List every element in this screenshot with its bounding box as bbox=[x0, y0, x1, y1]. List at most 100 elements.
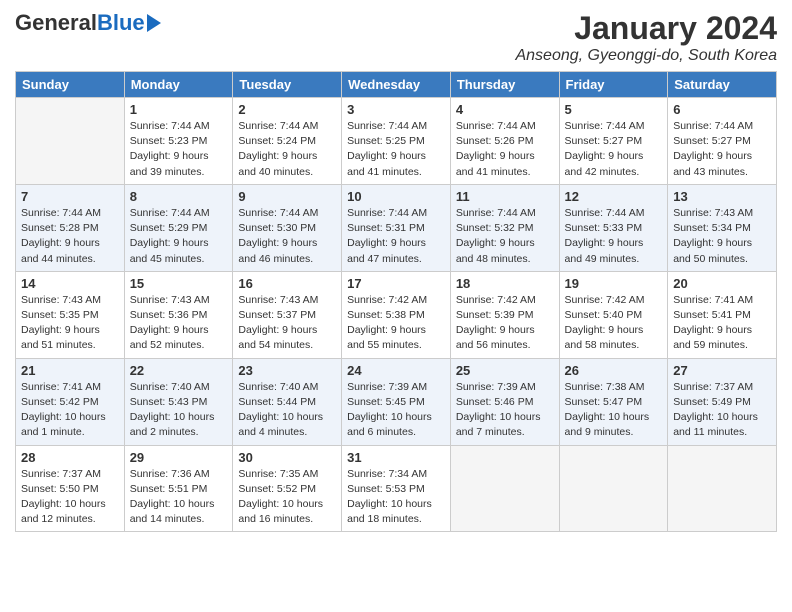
day-number: 9 bbox=[238, 189, 336, 204]
day-info: Sunrise: 7:40 AM Sunset: 5:44 PM Dayligh… bbox=[238, 380, 336, 441]
day-info: Sunrise: 7:44 AM Sunset: 5:32 PM Dayligh… bbox=[456, 206, 554, 267]
day-info: Sunrise: 7:44 AM Sunset: 5:30 PM Dayligh… bbox=[238, 206, 336, 267]
calendar-cell: 27Sunrise: 7:37 AM Sunset: 5:49 PM Dayli… bbox=[668, 358, 777, 445]
calendar-week-row: 21 Sunrise: 7:41 AM Sunset: 5:42 PM Dayli… bbox=[16, 358, 777, 445]
day-number: 2 bbox=[238, 102, 336, 117]
day-info: Sunrise: 7:39 AM Sunset: 5:45 PM Dayligh… bbox=[347, 380, 445, 441]
logo: GeneralBlue bbox=[15, 10, 161, 36]
day-number: 21 bbox=[21, 363, 119, 378]
day-number: 14 bbox=[21, 276, 119, 291]
weekday-header-wednesday: Wednesday bbox=[342, 72, 451, 98]
day-info: Sunrise: 7:43 AM Sunset: 5:37 PM Dayligh… bbox=[238, 293, 336, 354]
calendar-cell: 16 Sunrise: 7:43 AM Sunset: 5:37 PM Dayli… bbox=[233, 271, 342, 358]
day-number: 19 bbox=[565, 276, 663, 291]
calendar-cell: 8 Sunrise: 7:44 AM Sunset: 5:29 PM Daylig… bbox=[124, 184, 233, 271]
calendar-cell: 20Sunrise: 7:41 AM Sunset: 5:41 PM Dayli… bbox=[668, 271, 777, 358]
day-number: 15 bbox=[130, 276, 228, 291]
calendar-cell: 28 Sunrise: 7:37 AM Sunset: 5:50 PM Dayli… bbox=[16, 445, 125, 532]
day-number: 27 bbox=[673, 363, 771, 378]
calendar-cell: 24 Sunrise: 7:39 AM Sunset: 5:45 PM Dayli… bbox=[342, 358, 451, 445]
day-number: 12 bbox=[565, 189, 663, 204]
logo-general-text: General bbox=[15, 10, 97, 36]
weekday-header-tuesday: Tuesday bbox=[233, 72, 342, 98]
day-info: Sunrise: 7:39 AM Sunset: 5:46 PM Dayligh… bbox=[456, 380, 554, 441]
day-info: Sunrise: 7:44 AM Sunset: 5:23 PM Dayligh… bbox=[130, 119, 228, 180]
day-info: Sunrise: 7:44 AM Sunset: 5:33 PM Dayligh… bbox=[565, 206, 663, 267]
day-info: Sunrise: 7:43 AM Sunset: 5:36 PM Dayligh… bbox=[130, 293, 228, 354]
weekday-header-monday: Monday bbox=[124, 72, 233, 98]
calendar-cell bbox=[668, 445, 777, 532]
calendar-cell: 15 Sunrise: 7:43 AM Sunset: 5:36 PM Dayli… bbox=[124, 271, 233, 358]
day-info: Sunrise: 7:42 AM Sunset: 5:38 PM Dayligh… bbox=[347, 293, 445, 354]
calendar-cell: 17 Sunrise: 7:42 AM Sunset: 5:38 PM Dayli… bbox=[342, 271, 451, 358]
calendar-cell: 19Sunrise: 7:42 AM Sunset: 5:40 PM Dayli… bbox=[559, 271, 668, 358]
day-number: 16 bbox=[238, 276, 336, 291]
calendar-cell: 26 Sunrise: 7:38 AM Sunset: 5:47 PM Dayli… bbox=[559, 358, 668, 445]
day-info: Sunrise: 7:41 AM Sunset: 5:42 PM Dayligh… bbox=[21, 380, 119, 441]
calendar-cell bbox=[559, 445, 668, 532]
day-number: 26 bbox=[565, 363, 663, 378]
day-info: Sunrise: 7:44 AM Sunset: 5:31 PM Dayligh… bbox=[347, 206, 445, 267]
day-number: 17 bbox=[347, 276, 445, 291]
day-info: Sunrise: 7:44 AM Sunset: 5:25 PM Dayligh… bbox=[347, 119, 445, 180]
calendar-cell: 5Sunrise: 7:44 AM Sunset: 5:27 PM Daylig… bbox=[559, 98, 668, 185]
day-number: 5 bbox=[565, 102, 663, 117]
logo-arrow-icon bbox=[147, 14, 161, 32]
calendar-cell: 9 Sunrise: 7:44 AM Sunset: 5:30 PM Daylig… bbox=[233, 184, 342, 271]
calendar-cell: 1 Sunrise: 7:44 AM Sunset: 5:23 PM Daylig… bbox=[124, 98, 233, 185]
day-number: 22 bbox=[130, 363, 228, 378]
day-number: 1 bbox=[130, 102, 228, 117]
calendar-cell: 11 Sunrise: 7:44 AM Sunset: 5:32 PM Dayli… bbox=[450, 184, 559, 271]
calendar-cell: 23 Sunrise: 7:40 AM Sunset: 5:44 PM Dayli… bbox=[233, 358, 342, 445]
weekday-header-thursday: Thursday bbox=[450, 72, 559, 98]
calendar-cell: 18 Sunrise: 7:42 AM Sunset: 5:39 PM Dayli… bbox=[450, 271, 559, 358]
weekday-header-saturday: Saturday bbox=[668, 72, 777, 98]
day-info: Sunrise: 7:35 AM Sunset: 5:52 PM Dayligh… bbox=[238, 467, 336, 528]
day-info: Sunrise: 7:40 AM Sunset: 5:43 PM Dayligh… bbox=[130, 380, 228, 441]
day-info: Sunrise: 7:42 AM Sunset: 5:39 PM Dayligh… bbox=[456, 293, 554, 354]
day-info: Sunrise: 7:44 AM Sunset: 5:28 PM Dayligh… bbox=[21, 206, 119, 267]
day-info: Sunrise: 7:44 AM Sunset: 5:26 PM Dayligh… bbox=[456, 119, 554, 180]
calendar-cell: 14Sunrise: 7:43 AM Sunset: 5:35 PM Dayli… bbox=[16, 271, 125, 358]
day-number: 6 bbox=[673, 102, 771, 117]
day-number: 13 bbox=[673, 189, 771, 204]
day-info: Sunrise: 7:44 AM Sunset: 5:27 PM Dayligh… bbox=[673, 119, 771, 180]
day-number: 20 bbox=[673, 276, 771, 291]
day-number: 28 bbox=[21, 450, 119, 465]
day-number: 31 bbox=[347, 450, 445, 465]
calendar-cell: 10Sunrise: 7:44 AM Sunset: 5:31 PM Dayli… bbox=[342, 184, 451, 271]
day-number: 24 bbox=[347, 363, 445, 378]
calendar-cell: 22 Sunrise: 7:40 AM Sunset: 5:43 PM Dayli… bbox=[124, 358, 233, 445]
weekday-header-row: SundayMondayTuesdayWednesdayThursdayFrid… bbox=[16, 72, 777, 98]
calendar-cell: 4 Sunrise: 7:44 AM Sunset: 5:26 PM Daylig… bbox=[450, 98, 559, 185]
day-number: 4 bbox=[456, 102, 554, 117]
calendar-cell: 12 Sunrise: 7:44 AM Sunset: 5:33 PM Dayli… bbox=[559, 184, 668, 271]
weekday-header-sunday: Sunday bbox=[16, 72, 125, 98]
day-number: 8 bbox=[130, 189, 228, 204]
calendar-cell: 21 Sunrise: 7:41 AM Sunset: 5:42 PM Dayli… bbox=[16, 358, 125, 445]
calendar-cell: 7 Sunrise: 7:44 AM Sunset: 5:28 PM Daylig… bbox=[16, 184, 125, 271]
calendar-cell: 13Sunrise: 7:43 AM Sunset: 5:34 PM Dayli… bbox=[668, 184, 777, 271]
calendar-week-row: 1 Sunrise: 7:44 AM Sunset: 5:23 PM Daylig… bbox=[16, 98, 777, 185]
day-number: 18 bbox=[456, 276, 554, 291]
day-number: 23 bbox=[238, 363, 336, 378]
day-number: 3 bbox=[347, 102, 445, 117]
day-number: 29 bbox=[130, 450, 228, 465]
calendar-cell: 2 Sunrise: 7:44 AM Sunset: 5:24 PM Daylig… bbox=[233, 98, 342, 185]
title-block: January 2024 Anseong, Gyeonggi-do, South… bbox=[515, 10, 777, 65]
day-number: 7 bbox=[21, 189, 119, 204]
calendar-cell: 31 Sunrise: 7:34 AM Sunset: 5:53 PM Dayli… bbox=[342, 445, 451, 532]
day-info: Sunrise: 7:34 AM Sunset: 5:53 PM Dayligh… bbox=[347, 467, 445, 528]
calendar-cell: 6 Sunrise: 7:44 AM Sunset: 5:27 PM Daylig… bbox=[668, 98, 777, 185]
day-number: 30 bbox=[238, 450, 336, 465]
day-info: Sunrise: 7:44 AM Sunset: 5:29 PM Dayligh… bbox=[130, 206, 228, 267]
calendar-table: SundayMondayTuesdayWednesdayThursdayFrid… bbox=[15, 71, 777, 532]
month-year-title: January 2024 bbox=[515, 10, 777, 47]
day-number: 11 bbox=[456, 189, 554, 204]
day-info: Sunrise: 7:37 AM Sunset: 5:50 PM Dayligh… bbox=[21, 467, 119, 528]
page-header: GeneralBlue January 2024 Anseong, Gyeong… bbox=[15, 10, 777, 65]
day-info: Sunrise: 7:44 AM Sunset: 5:24 PM Dayligh… bbox=[238, 119, 336, 180]
calendar-cell bbox=[450, 445, 559, 532]
day-info: Sunrise: 7:38 AM Sunset: 5:47 PM Dayligh… bbox=[565, 380, 663, 441]
calendar-cell: 3 Sunrise: 7:44 AM Sunset: 5:25 PM Daylig… bbox=[342, 98, 451, 185]
